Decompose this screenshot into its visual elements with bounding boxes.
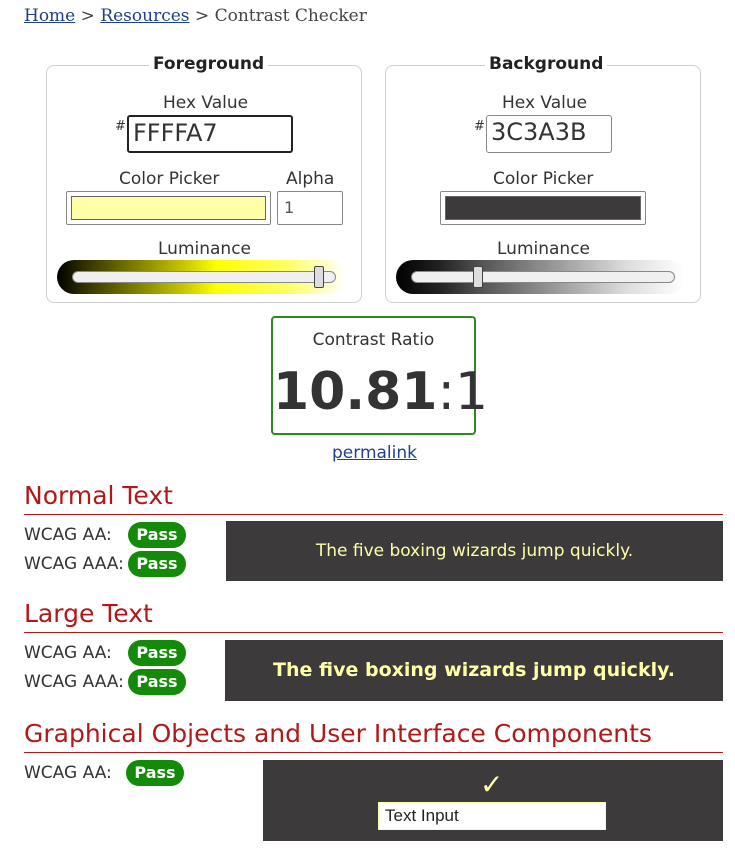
background-luminance-slider[interactable] — [396, 260, 685, 294]
normal-text-heading: Normal Text — [24, 481, 173, 510]
background-color-picker[interactable] — [440, 191, 646, 225]
large-aa-pass-badge: Pass — [128, 640, 186, 666]
background-luminance-label: Luminance — [497, 239, 591, 259]
breadcrumb-current: Contrast Checker — [214, 6, 367, 26]
contrast-ratio-label: Contrast Ratio — [312, 330, 435, 350]
large-text-heading: Large Text — [24, 599, 153, 628]
foreground-luminance-slider[interactable] — [57, 260, 346, 294]
foreground-panel: Foreground Hex Value # FFFFA7 Color Pick… — [46, 54, 362, 303]
contrast-ratio-suffix: :1 — [437, 362, 489, 422]
section-divider — [24, 752, 723, 753]
graphical-aa-label: WCAG AA: — [24, 763, 112, 783]
slider-track — [411, 271, 675, 283]
text-input-demo[interactable]: Text Input — [378, 802, 606, 830]
foreground-picker-label: Color Picker — [119, 169, 220, 189]
slider-thumb[interactable] — [313, 266, 324, 288]
foreground-hex-input[interactable]: FFFFA7 — [127, 115, 293, 153]
large-aa-label: WCAG AA: — [24, 643, 112, 663]
contrast-ratio-value: 10.81:1 — [273, 362, 488, 422]
foreground-color-swatch — [71, 196, 266, 220]
contrast-ratio-box: Contrast Ratio 10.81:1 — [271, 316, 488, 435]
large-aaa-label: WCAG AAA: — [24, 672, 124, 692]
normal-aaa-label: WCAG AAA: — [24, 554, 124, 574]
foreground-color-picker[interactable] — [66, 191, 271, 225]
contrast-ratio-number: 10.81 — [273, 362, 438, 422]
breadcrumb-home-link[interactable]: Home — [24, 6, 75, 26]
background-hex-input[interactable]: 3C3A3B — [486, 115, 612, 153]
alpha-input[interactable]: 1 — [277, 191, 343, 225]
slider-thumb[interactable] — [473, 266, 483, 288]
normal-aaa-pass-badge: Pass — [128, 551, 186, 577]
section-divider — [24, 514, 723, 515]
background-hash: # — [474, 119, 485, 134]
normal-aa-label: WCAG AA: — [24, 525, 112, 545]
checkmark-icon: ✓ — [480, 768, 504, 801]
normal-aa-pass-badge: Pass — [128, 522, 186, 548]
breadcrumb-resources-link[interactable]: Resources — [100, 6, 189, 26]
permalink-link[interactable]: permalink — [332, 443, 417, 463]
foreground-hex-label: Hex Value — [163, 93, 249, 113]
breadcrumb: Home > Resources > Contrast Checker — [24, 6, 367, 26]
graphical-aa-pass-badge: Pass — [126, 760, 184, 786]
foreground-legend: Foreground — [149, 54, 269, 74]
breadcrumb-separator: > — [194, 6, 210, 26]
foreground-luminance-label: Luminance — [158, 239, 252, 259]
breadcrumb-separator: > — [80, 6, 95, 26]
normal-text-preview: The five boxing wizards jump quickly. — [226, 521, 723, 581]
large-text-preview: The five boxing wizards jump quickly. — [225, 640, 723, 701]
section-divider — [24, 632, 723, 633]
large-aaa-pass-badge: Pass — [128, 669, 186, 695]
background-legend: Background — [485, 54, 608, 74]
slider-track — [72, 271, 336, 283]
foreground-hash: # — [115, 119, 126, 134]
graphical-objects-heading: Graphical Objects and User Interface Com… — [24, 719, 652, 748]
background-hex-label: Hex Value — [502, 93, 588, 113]
background-panel: Background Hex Value # 3C3A3B Color Pick… — [385, 54, 701, 303]
background-color-swatch — [445, 196, 641, 220]
background-picker-label: Color Picker — [493, 169, 594, 189]
alpha-label: Alpha — [286, 169, 335, 189]
